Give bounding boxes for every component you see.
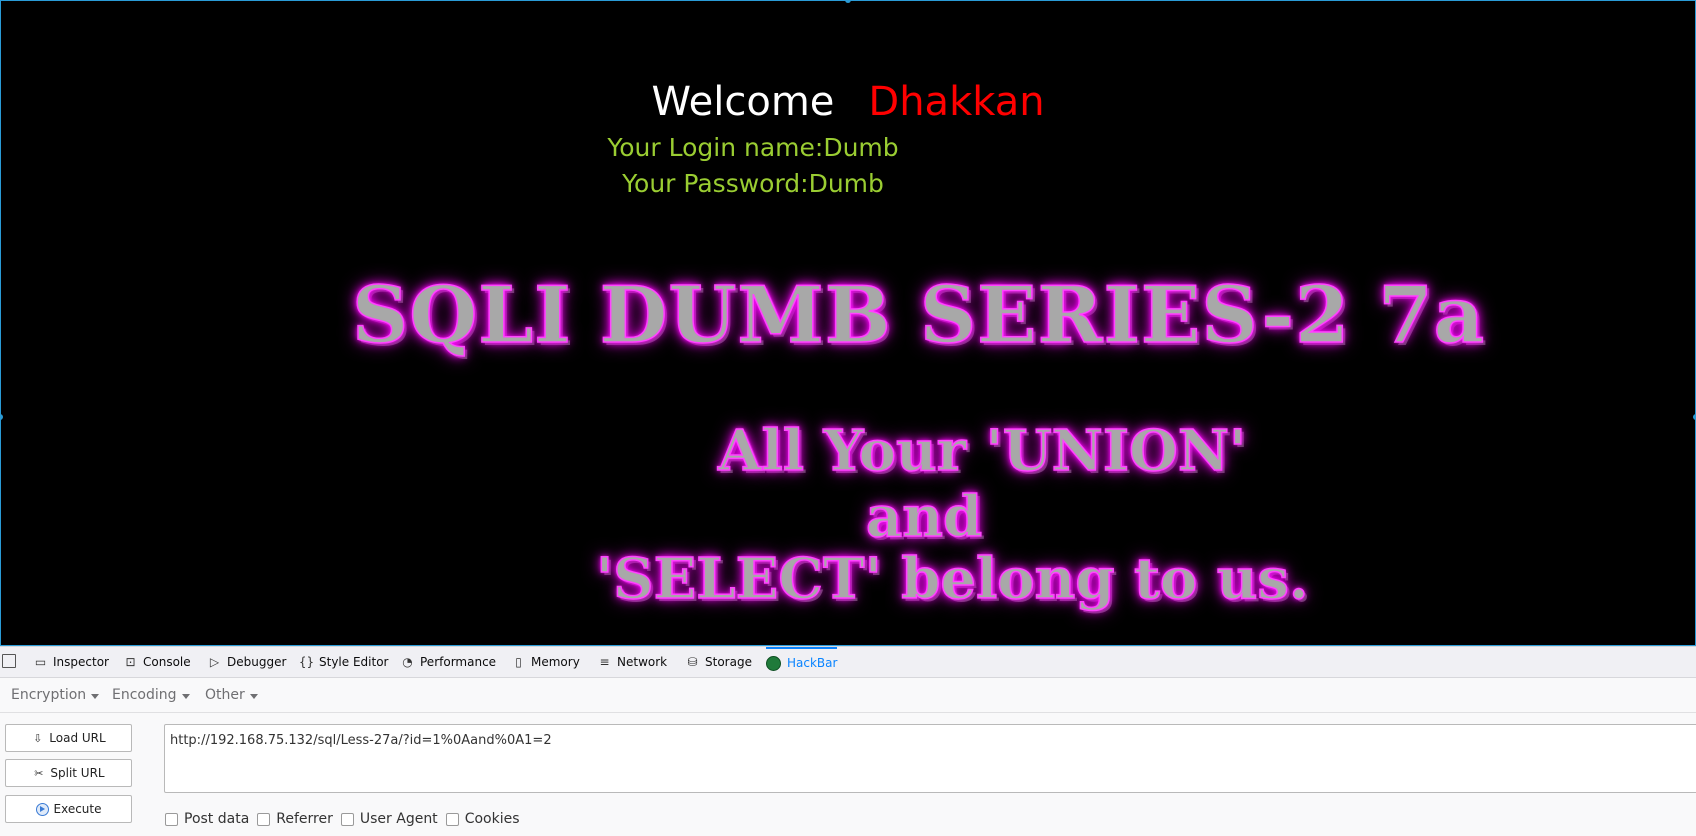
cookies-checkbox[interactable] [445, 812, 459, 826]
inspector-icon: ▭ [34, 655, 47, 669]
post-data-checkbox[interactable] [165, 812, 178, 826]
devtools-tab-strip: ▭ Inspector ⊡ Console ▷ Debugger {} Styl… [0, 647, 1696, 678]
split-url-button[interactable]: ✂ Split URL [5, 759, 132, 787]
tab-network[interactable]: ≡ Network [598, 647, 667, 677]
console-icon: ⊡ [125, 655, 136, 669]
hackbar-menu-bar: Encryption Encoding Other [0, 678, 1696, 713]
tab-label: Style Editor [319, 655, 389, 669]
password-line: Your Password:Dumb [622, 169, 884, 198]
series-title-banner: SQLI DUMB SERIES-2 7a [351, 269, 1486, 362]
welcome-text: Welcome [651, 79, 835, 125]
tab-style-editor[interactable]: {} Style Editor [298, 647, 389, 677]
welcome-heading: Welcome Dhakkan [0, 74, 1696, 130]
tab-performance[interactable]: ◔ Performance [401, 647, 496, 677]
option-label: Cookies [464, 811, 520, 827]
scissors-icon: ✂ [34, 766, 44, 780]
tab-label: Network [617, 655, 668, 669]
option-label: User Agent [359, 811, 438, 827]
tab-label: Storage [705, 655, 752, 669]
button-label: Execute [53, 802, 102, 816]
resize-handle-left[interactable] [0, 414, 3, 420]
chevron-down-icon [249, 693, 258, 699]
resize-handle-top[interactable] [845, 0, 851, 3]
hackbar-icon [766, 655, 781, 671]
url-input[interactable]: http://192.168.75.132/sql/Less-27a/?id=1… [164, 724, 1696, 793]
tab-hackbar[interactable]: HackBar [766, 647, 838, 677]
tab-label: Console [143, 655, 191, 669]
tab-debugger[interactable]: ▷ Debugger [208, 647, 287, 677]
memory-icon: ▯ [515, 655, 522, 669]
login-name-line: Your Login name:Dumb [607, 133, 899, 162]
tab-inspector[interactable]: ▭ Inspector [34, 647, 109, 677]
network-icon: ≡ [599, 655, 610, 669]
tab-label: HackBar [787, 656, 838, 670]
other-menu[interactable]: Other [205, 687, 258, 703]
play-icon [35, 802, 49, 816]
tab-storage[interactable]: ⛁ Storage [686, 647, 752, 677]
load-url-icon: ⇩ [33, 731, 43, 745]
menu-label: Encryption [11, 687, 87, 703]
tab-label: Performance [420, 655, 497, 669]
option-label: Post data [184, 811, 250, 827]
encryption-menu[interactable]: Encryption [11, 687, 100, 703]
button-label: Load URL [49, 731, 106, 745]
tab-memory[interactable]: ▯ Memory [512, 647, 580, 677]
page-viewport: Welcome Dhakkan Your Login name:Dumb Your… [0, 0, 1696, 646]
performance-icon: ◔ [402, 655, 413, 669]
encoding-menu[interactable]: Encoding [112, 687, 190, 703]
tab-label: Memory [531, 655, 580, 669]
chevron-down-icon [91, 693, 100, 699]
tab-label: Inspector [53, 655, 109, 669]
post-data-option[interactable]: Post data [165, 811, 249, 827]
tab-console[interactable]: ⊡ Console [124, 647, 191, 677]
element-picker-icon[interactable] [2, 654, 16, 668]
menu-label: Other [205, 687, 245, 703]
motto-line: All Your 'UNION' [717, 417, 1247, 485]
option-label: Referrer [276, 811, 333, 827]
execute-button[interactable]: Execute [5, 795, 132, 823]
debugger-icon: ▷ [209, 655, 220, 669]
chevron-down-icon [181, 693, 190, 699]
user-name: Dhakkan [868, 79, 1045, 125]
style-editor-icon: {} [298, 655, 315, 669]
motto-line: and [865, 483, 983, 551]
devtools-panel: ▭ Inspector ⊡ Console ▷ Debugger {} Styl… [0, 646, 1696, 836]
button-label: Split URL [50, 766, 105, 780]
cookies-option[interactable]: Cookies [445, 811, 520, 827]
load-url-button[interactable]: ⇩ Load URL [5, 724, 132, 752]
motto-line: 'SELECT' belong to us. [595, 545, 1309, 613]
user-agent-checkbox[interactable] [340, 812, 354, 826]
referrer-checkbox[interactable] [257, 812, 271, 826]
tab-label: Debugger [227, 655, 287, 669]
menu-label: Encoding [112, 687, 177, 703]
user-agent-option[interactable]: User Agent [340, 811, 438, 827]
referrer-option[interactable]: Referrer [257, 811, 333, 827]
storage-icon: ⛁ [687, 655, 698, 669]
hackbar-options: Post data Referrer User Agent Cookies [165, 811, 528, 827]
